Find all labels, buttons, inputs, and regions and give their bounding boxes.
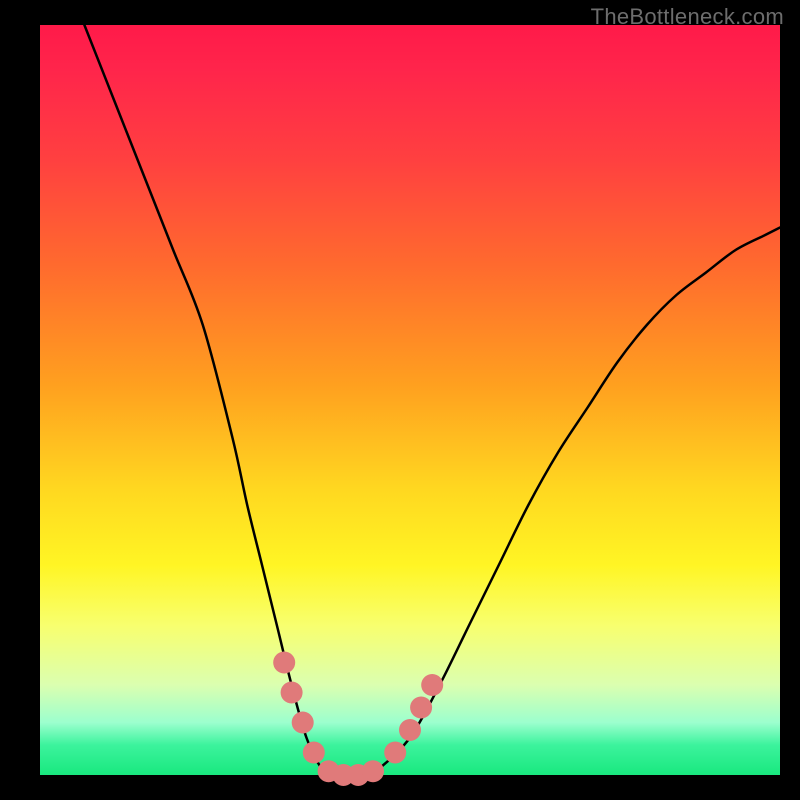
curve-marker [421, 674, 443, 696]
plot-area [40, 25, 780, 775]
chart-frame: TheBottleneck.com [0, 0, 800, 800]
curve-marker [292, 712, 314, 734]
curve-marker [362, 760, 384, 782]
curve-marker [410, 697, 432, 719]
bottleneck-curve [84, 25, 780, 776]
watermark-text: TheBottleneck.com [591, 4, 784, 30]
curve-marker [273, 652, 295, 674]
curve-layer [40, 25, 780, 775]
curve-marker [303, 742, 325, 764]
curve-marker [384, 742, 406, 764]
curve-marker [399, 719, 421, 741]
curve-marker [281, 682, 303, 704]
